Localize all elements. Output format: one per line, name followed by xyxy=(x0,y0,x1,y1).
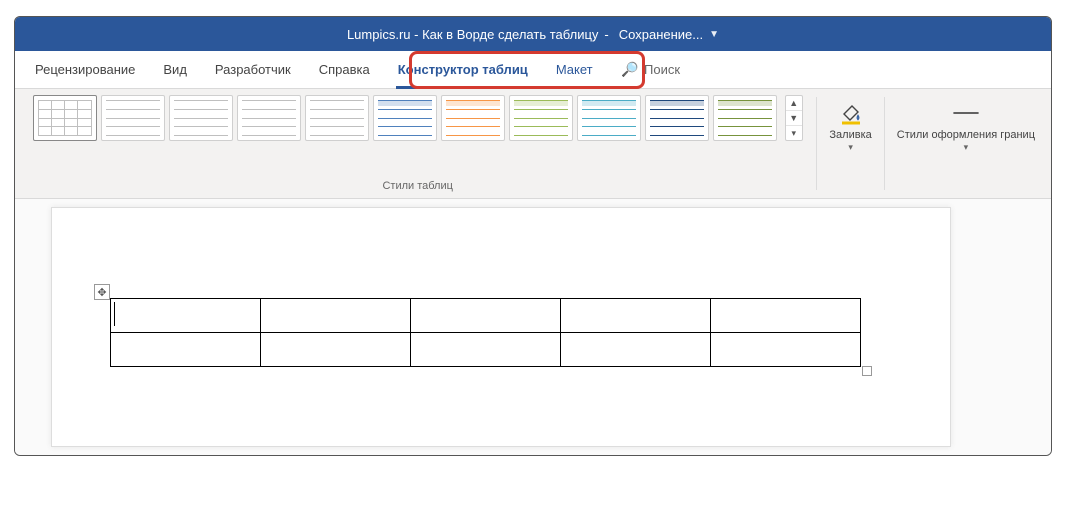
page[interactable]: ✥ xyxy=(51,207,951,447)
table-cell[interactable] xyxy=(261,333,411,367)
table-style-gallery: ▲▼▾ xyxy=(33,95,803,141)
search-box[interactable]: 🔍 Поиск xyxy=(609,61,680,78)
gallery-up-icon[interactable]: ▲ xyxy=(786,96,802,111)
table-cell[interactable] xyxy=(561,299,711,333)
document-table[interactable] xyxy=(110,298,861,367)
table-cell[interactable] xyxy=(111,333,261,367)
word-window: Lumpics.ru - Как в Ворде сделать таблицу… xyxy=(14,16,1052,456)
paint-bucket-icon xyxy=(837,99,865,127)
table-style-thumb[interactable] xyxy=(237,95,301,141)
tab-developer[interactable]: Разработчик xyxy=(203,51,303,89)
tab-table-design[interactable]: Конструктор таблиц xyxy=(386,51,540,89)
table-style-thumb[interactable] xyxy=(577,95,641,141)
document-title: Lumpics.ru - Как в Ворде сделать таблицу xyxy=(347,27,598,42)
group-shading: Заливка ▾ xyxy=(819,93,881,194)
chevron-down-icon: ▾ xyxy=(964,142,969,153)
table-row xyxy=(111,299,861,333)
table-style-thumb[interactable] xyxy=(169,95,233,141)
tab-view[interactable]: Вид xyxy=(151,51,199,89)
group-label-styles: Стили таблиц xyxy=(382,178,452,192)
title-bar: Lumpics.ru - Как в Ворде сделать таблицу… xyxy=(15,17,1051,51)
ribbon-separator xyxy=(816,97,817,190)
title-dropdown-icon[interactable]: ▼ xyxy=(709,29,719,40)
table-row xyxy=(111,333,861,367)
table-cell[interactable] xyxy=(711,299,861,333)
table-cell[interactable] xyxy=(411,299,561,333)
ribbon-content: ▲▼▾ Стили таблиц Заливка ▾ xyxy=(15,89,1051,199)
text-cursor xyxy=(114,302,115,326)
table-cell[interactable] xyxy=(561,333,711,367)
gallery-down-icon[interactable]: ▼ xyxy=(786,111,802,126)
table-style-thumb[interactable] xyxy=(101,95,165,141)
ribbon-separator xyxy=(884,97,885,190)
border-style-icon xyxy=(952,99,980,127)
title-separator: - xyxy=(604,27,608,42)
chevron-down-icon: ▾ xyxy=(848,142,853,153)
table-style-thumb[interactable] xyxy=(441,95,505,141)
save-status: Сохранение... xyxy=(619,27,703,42)
table-cell[interactable] xyxy=(261,299,411,333)
table-style-thumb[interactable] xyxy=(645,95,709,141)
search-icon: 🔍 xyxy=(621,61,638,78)
table-move-handle-icon[interactable]: ✥ xyxy=(94,284,110,300)
shading-button[interactable]: Заливка ▾ xyxy=(825,95,875,153)
table-cell[interactable] xyxy=(711,333,861,367)
table-resize-handle[interactable] xyxy=(862,366,872,376)
table-style-thumb[interactable] xyxy=(509,95,573,141)
tab-help[interactable]: Справка xyxy=(307,51,382,89)
gallery-scroll: ▲▼▾ xyxy=(785,95,803,141)
shading-label: Заливка xyxy=(829,129,871,142)
search-label: Поиск xyxy=(644,62,680,77)
tab-review[interactable]: Рецензирование xyxy=(23,51,147,89)
document-area: ✥ xyxy=(15,199,1051,455)
ribbon-tabs: Рецензирование Вид Разработчик Справка К… xyxy=(15,51,1051,89)
group-border-styles: Стили оформления границ ▾ xyxy=(887,93,1045,194)
table-style-thumb[interactable] xyxy=(305,95,369,141)
border-styles-label: Стили оформления границ xyxy=(897,129,1035,142)
table-cell[interactable] xyxy=(411,333,561,367)
gallery-more-icon[interactable]: ▾ xyxy=(786,126,802,140)
border-styles-button[interactable]: Стили оформления границ ▾ xyxy=(893,95,1039,153)
table-style-thumb[interactable] xyxy=(713,95,777,141)
table-cell[interactable] xyxy=(111,299,261,333)
group-table-styles: ▲▼▾ Стили таблиц xyxy=(21,93,814,194)
tab-table-layout[interactable]: Макет xyxy=(544,51,605,89)
table-style-thumb[interactable] xyxy=(33,95,97,141)
table-style-thumb[interactable] xyxy=(373,95,437,141)
